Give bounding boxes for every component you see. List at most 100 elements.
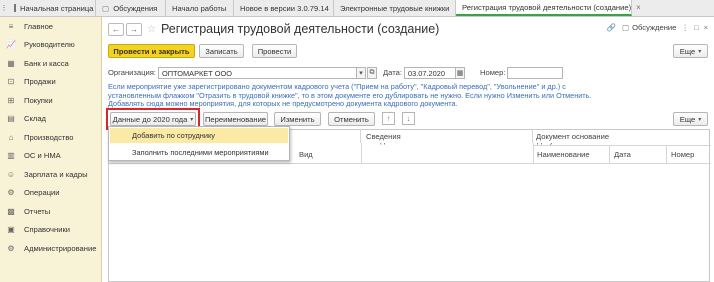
table-more-button[interactable]: Еще ▾	[673, 112, 708, 126]
sidebar-item-purchases[interactable]: ⊞ Покупки	[0, 91, 101, 110]
tab-label: Новое в версии 3.0.79.14	[240, 3, 329, 13]
sidebar-item-warehouse[interactable]: ▤ Склад	[0, 110, 101, 129]
sidebar-item-main[interactable]: ≡ Главное	[0, 17, 101, 36]
post-and-close-button[interactable]: Провести и закрыть	[108, 44, 195, 58]
sidebar-item-label: Продажи	[24, 77, 56, 87]
operations-icon: ⚙	[7, 188, 15, 198]
date-value: 03.07.2020	[408, 68, 445, 78]
cart-icon: ⊡	[7, 77, 15, 87]
tab-whats-new[interactable]: Новое в версии 3.0.79.14	[234, 0, 334, 16]
sidebar-item-reports[interactable]: ▩ Отчеты	[0, 202, 101, 221]
sidebar-item-payroll[interactable]: ☺ Зарплата и кадры	[0, 165, 101, 184]
column-header-number[interactable]: Номер	[671, 150, 694, 159]
open-link-icon: ⧉	[369, 69, 375, 76]
tab-registration[interactable]: Регистрация трудовой деятельности (созда…	[456, 0, 641, 16]
book-icon: ▣	[7, 225, 15, 235]
dropdown-item-fill-latest[interactable]: Заполнить последними мероприятиями	[110, 145, 288, 160]
organization-open-button[interactable]: ⧉	[367, 67, 377, 79]
people-icon: ☺	[6, 169, 16, 179]
tab-home[interactable]: Начальная страница	[8, 0, 96, 16]
sidebar-item-label: Склад	[24, 114, 46, 124]
tab-getting-started[interactable]: Начало работы	[166, 0, 234, 16]
sidebar-item-sales[interactable]: ⊡ Продажи	[0, 73, 101, 92]
column-header-type[interactable]: Вид	[299, 150, 313, 159]
sidebar-item-label: Операции	[24, 188, 60, 198]
number-label: Номер:	[480, 68, 506, 77]
sidebar-item-assets[interactable]: ▥ ОС и НМА	[0, 147, 101, 166]
save-button[interactable]: Записать	[199, 44, 244, 58]
dropdown-item-add-by-employee[interactable]: Добавить по сотруднику	[110, 128, 288, 143]
favorite-star-icon[interactable]: ☆	[147, 24, 156, 35]
building-icon: ▥	[7, 151, 15, 161]
sidebar-item-director[interactable]: 📈 Руководителю	[0, 36, 101, 55]
chevron-down-icon: ▾	[698, 116, 702, 123]
tab-electronic-workbooks[interactable]: Электронные трудовые книжки	[334, 0, 456, 16]
dropdown-item-label: Добавить по сотруднику	[132, 131, 216, 140]
sidebar-item-label: Отчеты	[24, 206, 51, 216]
post-button[interactable]: Провести	[252, 44, 297, 58]
calendar-icon: ▦	[456, 70, 464, 77]
menu-icon[interactable]: ⋮	[0, 0, 8, 16]
sidebar-item-label: Справочники	[24, 225, 71, 235]
number-field[interactable]	[507, 67, 563, 79]
sidebar-item-bank[interactable]: ▦ Банк и касса	[0, 54, 101, 73]
organization-value: ОПТОМАРКЕТ ООО	[162, 68, 233, 78]
button-label: Отменить	[334, 114, 369, 124]
page-header: ← → ☆ Регистрация трудовой деятельности …	[108, 22, 439, 36]
basket-icon: ⊞	[7, 95, 15, 105]
close-icon[interactable]: ×	[704, 23, 708, 32]
page-title: Регистрация трудовой деятельности (созда…	[160, 22, 440, 36]
chevron-down-icon: ▾	[698, 48, 702, 55]
column-divider	[360, 129, 361, 143]
records-table[interactable]: Вид Сведения Документ основание Наименов…	[108, 131, 711, 282]
column-divider	[666, 145, 667, 163]
button-label: Переименование	[204, 114, 267, 124]
sidebar-item-catalogs[interactable]: ▣ Справочники	[0, 221, 101, 240]
bank-icon: ▦	[7, 58, 15, 68]
sidebar-item-admin[interactable]: ⚙ Администрирование	[0, 239, 101, 258]
warehouse-icon: ▤	[7, 114, 15, 124]
organization-field[interactable]: ОПТОМАРКЕТ ООО	[158, 67, 357, 79]
cancel-button[interactable]: Отменить	[328, 112, 375, 126]
main-content: ← → ☆ Регистрация трудовой деятельности …	[102, 17, 714, 282]
maximize-icon[interactable]: □	[694, 23, 699, 32]
arrow-down-icon: ↓	[406, 114, 411, 123]
calendar-button[interactable]: ▦	[455, 67, 465, 79]
rename-button[interactable]: Переименование	[203, 112, 268, 126]
column-header-name[interactable]: Наименование	[537, 150, 590, 159]
date-field[interactable]: 03.07.2020	[404, 67, 456, 79]
chat-icon: ▢	[621, 23, 630, 32]
tab-label: Обсуждения	[113, 3, 158, 13]
organization-dropdown-button[interactable]: ▾	[356, 67, 366, 79]
header-bottom-line	[109, 163, 711, 164]
report-icon: ▩	[7, 206, 15, 216]
close-icon[interactable]: ×	[636, 3, 641, 12]
back-button[interactable]: ←	[108, 22, 124, 36]
link-icon[interactable]: 🔗	[606, 23, 615, 32]
info-text: Если мероприятие уже зарегистрировано до…	[108, 82, 592, 109]
column-header-info-top: Сведения	[366, 132, 401, 141]
button-label: Еще	[679, 46, 696, 56]
chevron-down-icon: ▾	[359, 70, 363, 77]
sidebar-item-production[interactable]: ⌂ Производство	[0, 128, 101, 147]
button-label: Провести	[257, 46, 292, 56]
tab-label: Регистрация трудовой деятельности (созда…	[462, 2, 632, 12]
edit-button[interactable]: Изменить	[274, 112, 321, 126]
column-divider	[609, 145, 610, 163]
more-button[interactable]: Еще ▾	[673, 44, 708, 58]
move-down-button[interactable]: ↓	[402, 112, 415, 125]
sidebar-item-label: Администрирование	[24, 243, 97, 253]
discussion-link[interactable]: Обсуждение	[632, 23, 676, 32]
tab-discussions[interactable]: ▢ Обсуждения	[96, 0, 166, 16]
move-up-button[interactable]: ↑	[382, 112, 395, 125]
column-header-date[interactable]: Дата	[614, 150, 631, 159]
tab-label: Начальная страница	[20, 3, 94, 13]
tab-label: Электронные трудовые книжки	[340, 3, 450, 13]
button-label: Записать	[205, 46, 238, 56]
forward-button[interactable]: →	[126, 22, 142, 36]
more-dots-icon[interactable]: ⋮	[681, 23, 689, 32]
date-label: Дата:	[383, 68, 402, 77]
button-label: Провести и закрыть	[113, 46, 190, 56]
sidebar-item-operations[interactable]: ⚙ Операции	[0, 184, 101, 203]
factory-icon: ⌂	[8, 132, 14, 142]
